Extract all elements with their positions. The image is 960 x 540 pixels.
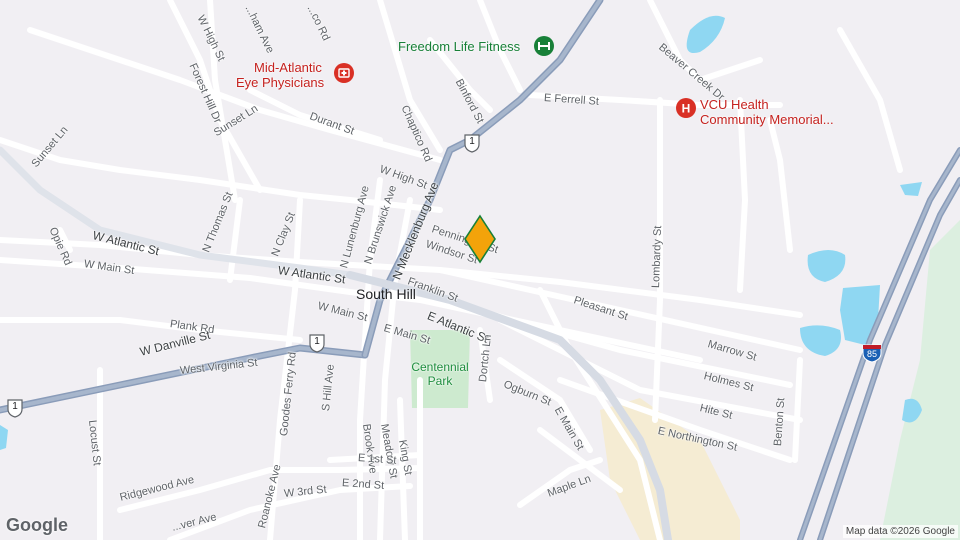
us-1-label: 1 [314, 336, 320, 347]
poi-centennial-park[interactable]: Centennial Park [402, 360, 478, 388]
city-label: South Hill [356, 286, 416, 302]
poi-label-line1: Centennial [411, 360, 469, 374]
street-label: Lombardy St [650, 225, 665, 289]
poi-mid-atlantic-eye-physicians[interactable]: Mid-Atlantic Eye Physicians [236, 60, 354, 90]
map-base-layer [0, 0, 960, 540]
svg-text:H: H [682, 102, 691, 116]
poi-label-line1: Mid-Atlantic [254, 60, 322, 75]
medical-icon [334, 63, 354, 83]
poi-label-line2: Park [427, 374, 453, 388]
poi-label: Freedom Life Fitness [398, 39, 521, 54]
us-1-label: 1 [12, 401, 18, 412]
map-canvas[interactable]: 1 1 1 85 W High St ...ham Ave ...co Rd F… [0, 0, 960, 540]
google-logo: Google [6, 515, 68, 535]
us-1-label: 1 [469, 136, 475, 147]
poi-label-line2: Eye Physicians [236, 75, 325, 90]
poi-label-line1: VCU Health [700, 97, 769, 112]
gym-icon [534, 36, 554, 56]
i-85-label: 85 [866, 349, 877, 359]
map-attribution[interactable]: Map data ©2026 Google [842, 525, 958, 538]
poi-label-line2: Community Memorial... [700, 112, 834, 127]
hospital-icon: H [676, 98, 696, 118]
poi-freedom-life-fitness[interactable]: Freedom Life Fitness [398, 36, 554, 56]
